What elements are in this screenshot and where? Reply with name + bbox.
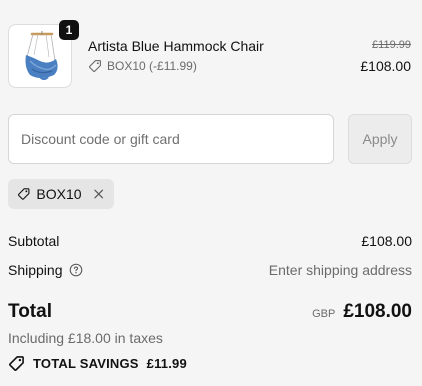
shipping-row: Shipping Enter shipping address xyxy=(8,261,412,279)
subtotal-value: £108.00 xyxy=(361,233,412,249)
total-savings-value: £11.99 xyxy=(146,356,187,371)
discount-code-input[interactable] xyxy=(8,114,334,164)
tag-icon xyxy=(17,188,30,200)
total-savings: TOTAL SAVINGS £11.99 xyxy=(8,355,187,372)
apply-button[interactable]: Apply xyxy=(348,114,412,164)
original-price: £119.99 xyxy=(372,39,411,51)
subtotal-row: Subtotal £108.00 xyxy=(8,232,412,250)
tag-icon xyxy=(88,60,101,73)
quantity-badge: 1 xyxy=(59,20,79,40)
shipping-label: Shipping xyxy=(8,262,63,278)
close-icon[interactable] xyxy=(92,186,105,202)
applied-discount-label: BOX10 xyxy=(36,186,82,202)
product-name: Artista Blue Hammock Chair xyxy=(88,38,264,54)
total-amount-group: GBP £108.00 xyxy=(312,301,412,323)
shipping-label-group: Shipping xyxy=(8,262,83,278)
product-thumbnail: 1 xyxy=(8,20,79,88)
product-discount: BOX10 (-£11.99) xyxy=(88,59,197,73)
tag-icon xyxy=(9,356,24,371)
order-summary-panel: 1 Artista Blue Hammock Chair BOX10 (-£11… xyxy=(0,0,422,386)
product-discount-label: BOX10 (-£11.99) xyxy=(107,59,197,73)
currency-code: GBP xyxy=(312,308,336,320)
help-icon[interactable] xyxy=(69,263,83,277)
total-label: Total xyxy=(8,301,52,322)
line-item: 1 Artista Blue Hammock Chair BOX10 (-£11… xyxy=(8,20,414,90)
applied-discount-chip: BOX10 xyxy=(8,179,114,209)
shipping-value: Enter shipping address xyxy=(268,262,412,278)
total-value: £108.00 xyxy=(343,301,412,322)
total-savings-label: TOTAL SAVINGS xyxy=(33,356,139,371)
hammock-chair-image xyxy=(25,31,58,80)
total-row: Total GBP £108.00 xyxy=(8,300,412,324)
discounted-price: £108.00 xyxy=(360,58,411,74)
subtotal-label: Subtotal xyxy=(8,233,60,249)
taxes-note: Including £18.00 in taxes xyxy=(8,330,163,346)
